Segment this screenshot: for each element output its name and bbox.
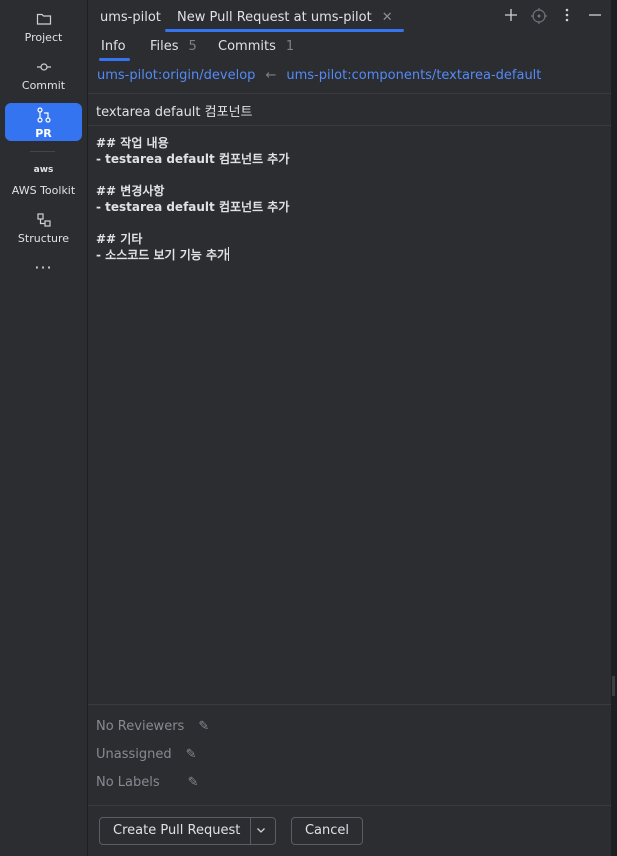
strip-item-label: Structure [17,232,70,245]
strip-item-label: Project [24,31,63,44]
panel-actions [503,8,603,24]
assignee-label: Unassigned [96,747,172,762]
editor-tab-bar: ums-pilot New Pull Request at ums-pilot ✕ [88,0,611,34]
base-branch-link[interactable]: ums-pilot:origin/develop [97,68,255,83]
tab-count: 1 [285,39,295,54]
edit-reviewers-pencil-icon[interactable]: ✎ [198,719,209,734]
tab-ums-pilot[interactable]: ums-pilot [100,0,161,32]
head-branch-link[interactable]: ums-pilot:components/textarea-default [286,68,541,83]
divider [88,805,611,806]
create-pull-request-button[interactable]: Create Pull Request [99,817,276,845]
minimize-icon[interactable] [587,8,603,24]
structure-icon [5,212,82,230]
pr-title-input[interactable]: textarea default 컴포넌트 [96,101,253,120]
split-separator [250,818,251,844]
strip-item-label: PR [35,127,52,140]
scroll-thumb[interactable] [612,676,615,696]
target-icon[interactable] [531,8,547,24]
chevron-down-icon[interactable] [256,818,266,844]
pr-description-editor[interactable]: ## 작업 내용 - testarea default 컴포넌트 추가 ## 변… [96,135,289,263]
strip-item-commit[interactable]: Commit [5,59,82,95]
description-line: ## 작업 내용 [96,136,169,150]
more-tool-windows-button[interactable]: ··· [0,258,87,277]
tab-label: Commits [218,39,276,54]
more-vertical-icon[interactable] [559,8,575,24]
text-caret [228,247,230,261]
reviewers-label: No Reviewers [96,719,185,734]
description-line [96,215,289,231]
add-icon[interactable] [503,8,519,24]
tool-window-strip: Project Commit PR aws AWS Toolkit Struct… [0,0,88,856]
commit-icon [5,59,82,77]
tab-label: Files [150,39,179,54]
description-line: - testarea default 컴포넌트 추가 [96,200,290,214]
strip-item-label: Commit [21,79,66,92]
description-line: ## 기타 [96,232,143,246]
divider [88,704,611,705]
description-line: ## 변경사항 [96,184,165,198]
cancel-button[interactable]: Cancel [291,817,363,845]
close-icon[interactable]: ✕ [382,10,393,25]
strip-separator [30,151,55,152]
strip-item-aws-toolkit[interactable]: aws AWS Toolkit [5,164,82,200]
aws-icon: aws [33,165,54,175]
reviewers-row: No Reviewers ✎ [96,719,209,734]
description-line: - 소스코드 보기 기능 추가 [96,248,229,262]
divider [88,125,611,126]
divider [88,93,611,94]
branch-selector: ums-pilot:origin/develop ← ums-pilot:compo… [97,68,541,83]
labels-row: No Labels ✎ [96,775,199,790]
description-line: - testarea default 컴포넌트 추가 [96,152,290,166]
strip-item-label: AWS Toolkit [11,184,76,197]
edit-labels-pencil-icon[interactable]: ✎ [188,775,199,790]
arrow-left-icon: ← [265,68,277,83]
pull-request-icon [5,107,82,125]
strip-item-pr[interactable]: PR [5,103,82,141]
scrollbar-gutter [611,0,617,856]
pr-sub-tabs: Info Files 5 Commits 1 [88,35,611,61]
strip-item-structure[interactable]: Structure [5,212,82,248]
tab-label: New Pull Request at ums-pilot [177,10,372,25]
description-line [96,167,289,183]
tab-files[interactable]: Files 5 [150,35,197,61]
tab-info[interactable]: Info [99,35,130,61]
strip-item-project[interactable]: Project [5,11,82,47]
tab-label: ums-pilot [100,10,161,25]
tab-new-pull-request[interactable]: New Pull Request at ums-pilot ✕ [165,0,404,32]
labels-label: No Labels [96,775,160,790]
edit-assignee-pencil-icon[interactable]: ✎ [186,747,197,762]
tab-commits[interactable]: Commits 1 [218,35,294,61]
assignee-row: Unassigned ✎ [96,747,197,762]
tab-count: 5 [188,39,197,54]
pull-request-panel: ums-pilot New Pull Request at ums-pilot ✕… [88,0,611,856]
tab-label: Info [101,39,126,54]
create-pull-request-label: Create Pull Request [113,823,241,838]
folder-icon [5,11,82,29]
